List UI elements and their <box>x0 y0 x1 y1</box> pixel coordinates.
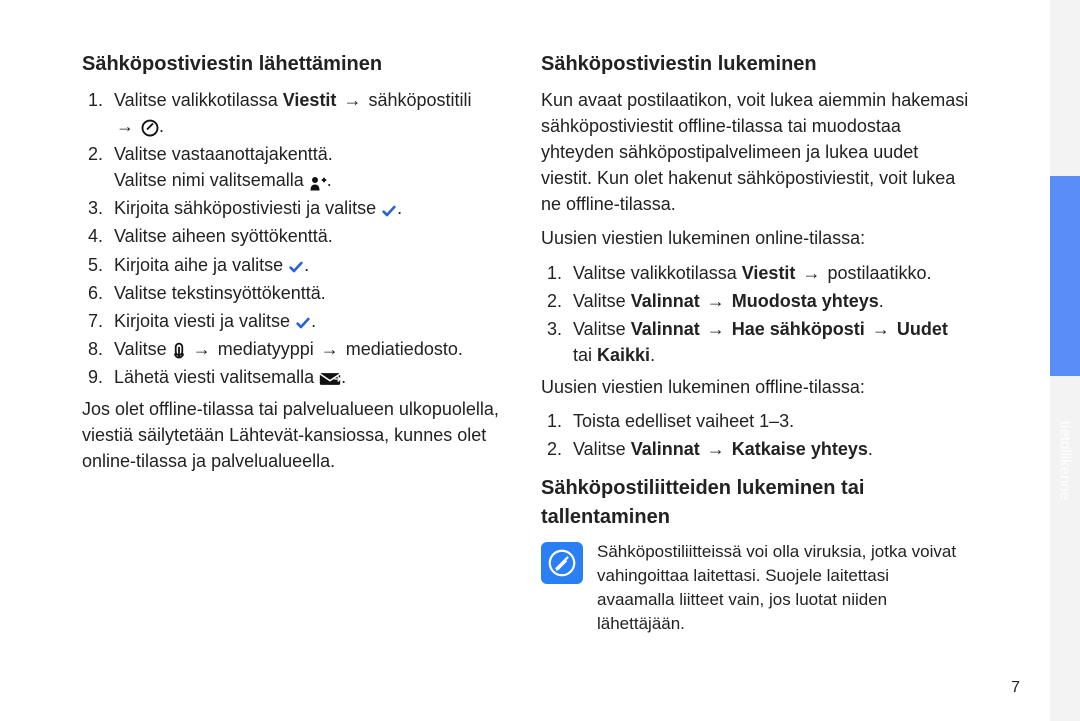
online-steps-list: Valitse valikkotilassa Viestit → postila… <box>541 260 970 368</box>
list-item: Valitse tekstinsyöttökenttä. <box>108 280 511 306</box>
offline-note: Jos olet offline-tilassa tai palvelualue… <box>82 396 511 474</box>
right-column: Sähköpostiviestin lukeminen Kun avaat po… <box>541 50 970 635</box>
section-tabs: tietoliikenne <box>1050 0 1080 721</box>
send-mail-icon <box>319 369 341 387</box>
manual-page: Sähköpostiviestin lähettäminen Valitse v… <box>0 0 1080 721</box>
add-contact-icon <box>309 172 327 190</box>
attach-icon <box>172 340 186 359</box>
list-item: Valitse vastaanottajakenttä. Valitse nim… <box>108 141 511 193</box>
heading-attachments: Sähköpostiliitteiden lukeminen tai talle… <box>541 474 970 532</box>
section-label: tietoliikenne <box>1057 421 1074 500</box>
online-lead: Uusien viestien lukeminen online-tilassa… <box>541 225 970 251</box>
left-column: Sähköpostiviestin lähettäminen Valitse v… <box>82 50 511 635</box>
confirm-icon <box>288 257 304 275</box>
heading-send-email: Sähköpostiviestin lähettäminen <box>82 50 511 79</box>
list-item: Valitse → mediatyyppi → mediatiedosto. <box>108 336 511 362</box>
note-pencil-icon <box>541 542 583 584</box>
list-item: Valitse aiheen syöttökenttä. <box>108 223 511 249</box>
warning-note: Sähköpostiliitteissä voi olla viruksia, … <box>541 540 970 635</box>
list-item: Kirjoita viesti ja valitse . <box>108 308 511 334</box>
confirm-icon <box>381 201 397 219</box>
list-item: Valitse Valinnat → Muodosta yhteys. <box>567 288 970 314</box>
list-item: Valitse Valinnat → Hae sähköposti → Uude… <box>567 316 970 368</box>
two-column-layout: Sähköpostiviestin lähettäminen Valitse v… <box>0 0 1030 655</box>
read-intro: Kun avaat postilaatikon, voit lukea aiem… <box>541 87 970 217</box>
note-text: Sähköpostiliitteissä voi olla viruksia, … <box>597 540 970 635</box>
send-steps-list: Valitse valikkotilassa Viestit → sähköpo… <box>82 87 511 390</box>
list-item: Valitse valikkotilassa Viestit → sähköpo… <box>108 87 511 139</box>
list-item: Toista edelliset vaiheet 1–3. <box>567 408 970 434</box>
list-item: Valitse Valinnat → Katkaise yhteys. <box>567 436 970 462</box>
active-section-tab: tietoliikenne <box>1050 176 1080 376</box>
confirm-icon <box>295 313 311 331</box>
compose-icon <box>141 118 159 137</box>
heading-read-email: Sähköpostiviestin lukeminen <box>541 50 970 79</box>
list-item: Kirjoita aihe ja valitse . <box>108 252 511 278</box>
offline-lead: Uusien viestien lukeminen offline-tilass… <box>541 374 970 400</box>
offline-steps-list: Toista edelliset vaiheet 1–3. Valitse Va… <box>541 408 970 462</box>
list-item: Valitse valikkotilassa Viestit → postila… <box>567 260 970 286</box>
list-item: Kirjoita sähköpostiviesti ja valitse . <box>108 195 511 221</box>
page-number: 7 <box>1011 679 1020 697</box>
list-item: Lähetä viesti valitsemalla . <box>108 364 511 390</box>
